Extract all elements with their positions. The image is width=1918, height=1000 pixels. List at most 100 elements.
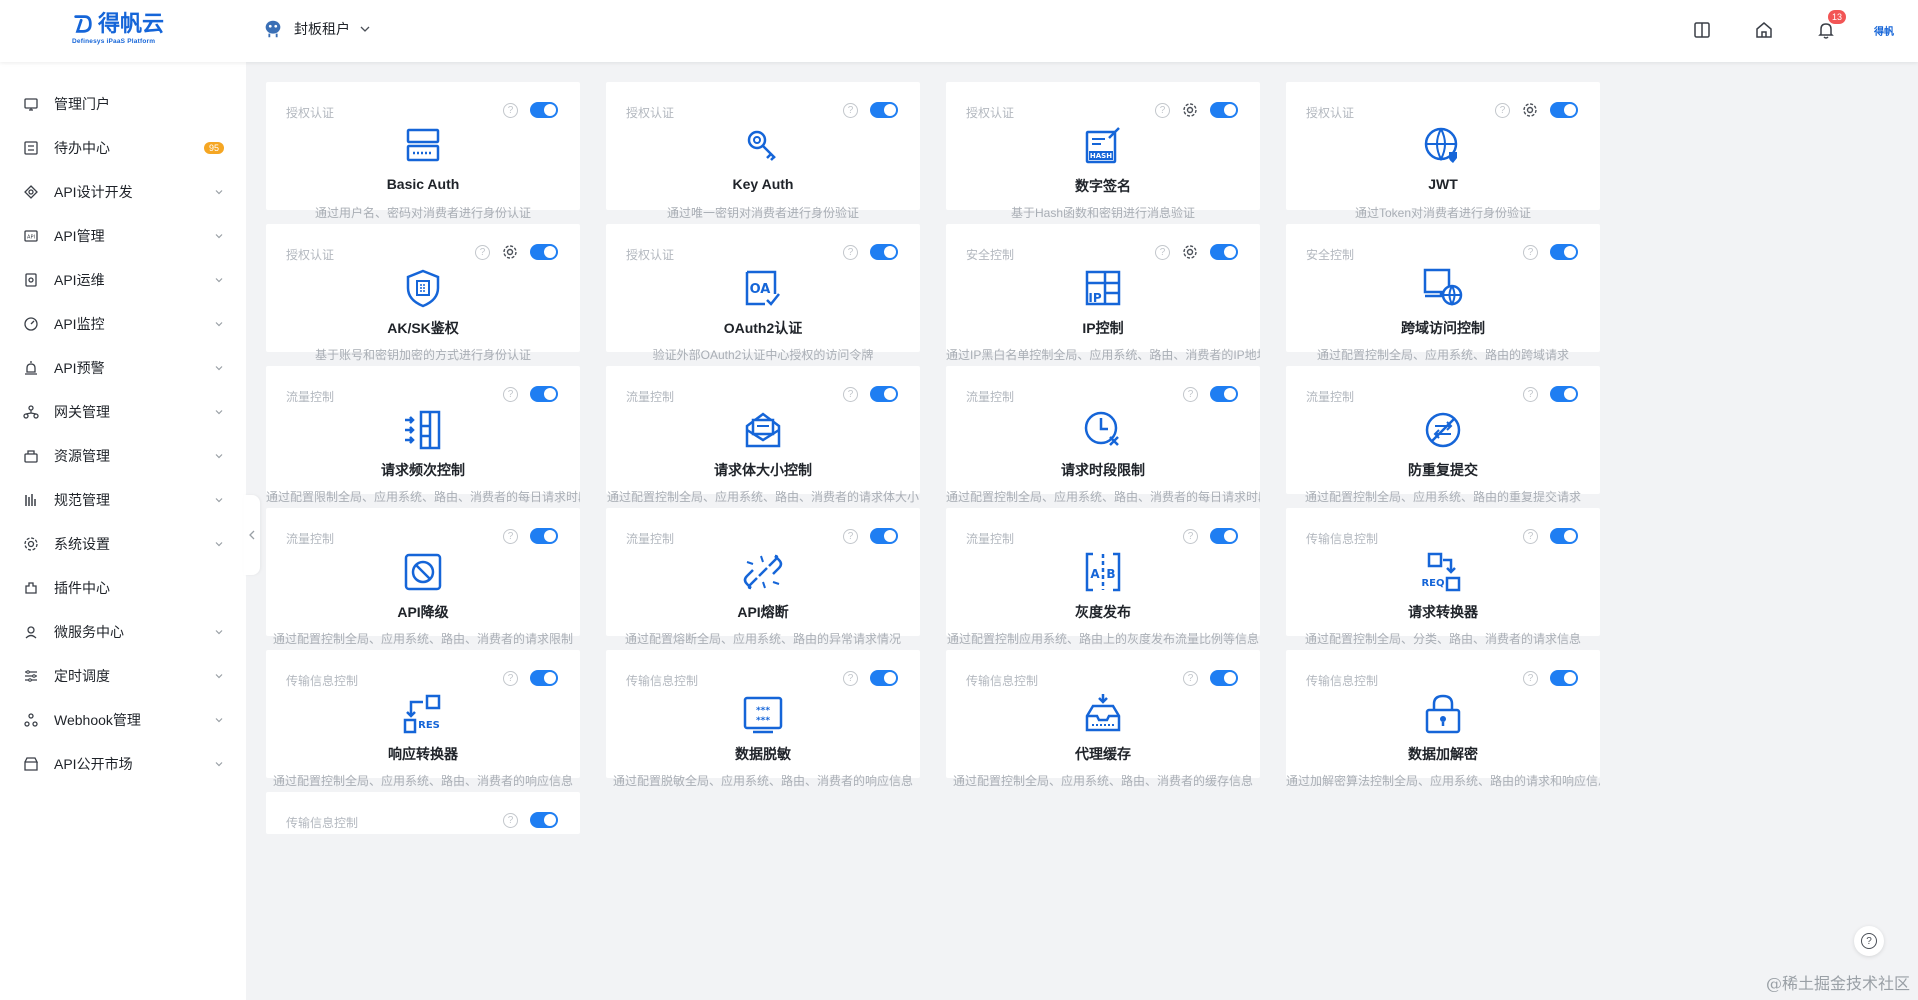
gear-icon[interactable] bbox=[1522, 102, 1538, 118]
sidebar-item-5[interactable]: API监控 bbox=[0, 302, 246, 346]
help-icon[interactable]: ? bbox=[1523, 244, 1538, 260]
help-icon[interactable]: ? bbox=[1155, 244, 1170, 260]
sidebar-item-4[interactable]: API运维 bbox=[0, 258, 246, 302]
plugin-enable-toggle[interactable] bbox=[1550, 670, 1578, 686]
clock-limit-icon bbox=[1081, 408, 1125, 452]
tenant-switcher[interactable]: 封板租户 bbox=[262, 18, 370, 40]
plugin-enable-toggle[interactable] bbox=[530, 528, 558, 544]
plugin-card[interactable]: 授权认证? JWT 通过Token对消费者进行身份验证 bbox=[1286, 82, 1600, 220]
plugin-enable-toggle[interactable] bbox=[870, 244, 898, 260]
plugin-enable-toggle[interactable] bbox=[1210, 670, 1238, 686]
plugin-card[interactable]: 传输信息控制? 代理缓存 通过配置控制全局、应用系统、路由、消费者的缓存信息 bbox=[946, 650, 1260, 788]
sidebar-collapse-button[interactable] bbox=[244, 495, 260, 575]
plugin-card[interactable]: 授权认证? Basic Auth 通过用户名、密码对消费者进行身份认证 bbox=[266, 82, 580, 220]
plugin-enable-toggle[interactable] bbox=[530, 670, 558, 686]
plugin-card[interactable]: 流量控制? A B 灰度发布 通过配置控制应用系统、路由上的灰度发布流量比例等信息 bbox=[946, 508, 1260, 646]
help-icon[interactable]: ? bbox=[1155, 102, 1170, 118]
plugin-enable-toggle[interactable] bbox=[1210, 386, 1238, 402]
help-icon[interactable]: ? bbox=[475, 244, 490, 260]
plugin-card[interactable]: 传输信息控制? bbox=[266, 792, 580, 834]
gear-icon[interactable] bbox=[1182, 102, 1198, 118]
plugin-enable-toggle[interactable] bbox=[530, 386, 558, 402]
plugin-enable-toggle[interactable] bbox=[1210, 244, 1238, 260]
plugin-enable-toggle[interactable] bbox=[1210, 528, 1238, 544]
plugin-card[interactable]: 传输信息控制? *** *** 数据脱敏 通过配置脱敏全局、应用系统、路由、消费者的响应… bbox=[606, 650, 920, 788]
gear-icon[interactable] bbox=[502, 244, 518, 260]
plugin-card[interactable]: 授权认证? AK/SK鉴权 基于账号和密钥加密的方式进行身份认证 bbox=[266, 224, 580, 362]
notification-button[interactable]: 13 bbox=[1812, 10, 1846, 44]
plugin-enable-toggle[interactable] bbox=[870, 670, 898, 686]
sidebar-item-1[interactable]: 待办中心 95 bbox=[0, 126, 246, 170]
plugin-card[interactable]: 流量控制? API降级 通过配置控制全局、应用系统、路由、消费者的请求限制 bbox=[266, 508, 580, 646]
plugin-card[interactable]: 授权认证? HASH 数字签名 基于Hash函数和密钥进行消息验证 bbox=[946, 82, 1260, 220]
sidebar: 管理门户 待办中心 95 API设计开发 API API管理 API运维 API监控 API预警… bbox=[0, 62, 246, 1000]
help-icon[interactable]: ? bbox=[503, 528, 518, 544]
plugin-enable-toggle[interactable] bbox=[870, 386, 898, 402]
sidebar-item-3[interactable]: API API管理 bbox=[0, 214, 246, 258]
sidebar-item-12[interactable]: 微服务中心 bbox=[0, 610, 246, 654]
plugin-enable-toggle[interactable] bbox=[1210, 102, 1238, 118]
plugin-controls: ? bbox=[1183, 386, 1238, 402]
plugin-card[interactable]: 流量控制? 防重复提交 通过配置控制全局、应用系统、路由的重复提交请求 bbox=[1286, 366, 1600, 504]
sidebar-item-11[interactable]: 插件中心 bbox=[0, 566, 246, 610]
plugin-card[interactable]: 安全控制? 跨域访问控制 通过配置控制全局、应用系统、路由的跨域请求 bbox=[1286, 224, 1600, 362]
sidebar-item-13[interactable]: 定时调度 bbox=[0, 654, 246, 698]
plugin-card[interactable]: 安全控制? IP IP控制 通过IP黑白名单控制全局、应用系统、路由、消费者的IP地址 bbox=[946, 224, 1260, 362]
plugin-card[interactable]: 流量控制? 请求频次控制 通过配置限制全局、应用系统、路由、消费者的每日请求时段 bbox=[266, 366, 580, 504]
plugin-card[interactable]: 传输信息控制? 数据加解密 通过加解密算法控制全局、应用系统、路由的请求和响应信息 bbox=[1286, 650, 1600, 788]
sidebar-item-15[interactable]: API公开市场 bbox=[0, 742, 246, 786]
shield-icon bbox=[401, 266, 445, 310]
sidebar-item-10[interactable]: 系统设置 bbox=[0, 522, 246, 566]
plugin-card[interactable]: 流量控制? 请求体大小控制 通过配置控制全局、应用系统、路由、消费者的请求体大小 bbox=[606, 366, 920, 504]
floating-help-button[interactable]: ? bbox=[1854, 926, 1884, 956]
help-icon[interactable]: ? bbox=[1183, 386, 1198, 402]
plugin-card[interactable]: 传输信息控制? REQ 请求转换器 通过配置控制全局、分类、路由、消费者的请求信息 bbox=[1286, 508, 1600, 646]
plugin-enable-toggle[interactable] bbox=[870, 528, 898, 544]
sidebar-item-9[interactable]: 规范管理 bbox=[0, 478, 246, 522]
plugin-enable-toggle[interactable] bbox=[1550, 386, 1578, 402]
plugin-enable-toggle[interactable] bbox=[1550, 528, 1578, 544]
plugin-title: 跨域访问控制 bbox=[1401, 320, 1485, 336]
plugin-enable-toggle[interactable] bbox=[530, 812, 558, 828]
docs-button[interactable] bbox=[1688, 16, 1716, 44]
home-button[interactable] bbox=[1750, 16, 1778, 44]
plugin-card[interactable]: 授权认证? OA OAuth2认证 验证外部OAuth2认证中心授权的访问令牌 bbox=[606, 224, 920, 362]
watermark: @稀土掘金技术社区 bbox=[1765, 974, 1910, 993]
hash-sign-icon: HASH bbox=[1081, 124, 1125, 168]
help-icon[interactable]: ? bbox=[843, 102, 858, 118]
help-icon[interactable]: ? bbox=[843, 528, 858, 544]
help-icon[interactable]: ? bbox=[1183, 528, 1198, 544]
sidebar-item-6[interactable]: API预警 bbox=[0, 346, 246, 390]
plugin-card[interactable]: 授权认证? Key Auth 通过唯一密钥对消费者进行身份验证 bbox=[606, 82, 920, 220]
plugin-category: 授权认证 bbox=[1306, 106, 1355, 120]
sidebar-item-2[interactable]: API设计开发 bbox=[0, 170, 246, 214]
gear-icon[interactable] bbox=[1182, 244, 1198, 260]
help-icon[interactable]: ? bbox=[503, 812, 518, 828]
help-icon[interactable]: ? bbox=[1523, 670, 1538, 686]
sidebar-item-7[interactable]: 网关管理 bbox=[0, 390, 246, 434]
sidebar-item-14[interactable]: Webhook管理 bbox=[0, 698, 246, 742]
plugin-card[interactable]: 流量控制? API熔断 通过配置熔断全局、应用系统、路由的异常请求情况 bbox=[606, 508, 920, 646]
plugin-enable-toggle[interactable] bbox=[1550, 102, 1578, 118]
plugin-enable-toggle[interactable] bbox=[1550, 244, 1578, 260]
help-icon[interactable]: ? bbox=[1495, 102, 1510, 118]
plugin-enable-toggle[interactable] bbox=[530, 102, 558, 118]
help-icon[interactable]: ? bbox=[843, 670, 858, 686]
plugin-card[interactable]: 传输信息控制? RES 响应转换器 通过配置控制全局、应用系统、路由、消费者的响应信息 bbox=[266, 650, 580, 788]
help-icon[interactable]: ? bbox=[503, 670, 518, 686]
logo[interactable]: 得帆云 Definesys iPaaS Platform bbox=[72, 12, 182, 50]
plugin-enable-toggle[interactable] bbox=[870, 102, 898, 118]
sidebar-item-0[interactable]: 管理门户 bbox=[0, 82, 246, 126]
user-menu[interactable]: 得帆 bbox=[1874, 23, 1894, 38]
help-icon[interactable]: ? bbox=[503, 102, 518, 118]
help-icon[interactable]: ? bbox=[503, 386, 518, 402]
help-icon[interactable]: ? bbox=[1183, 670, 1198, 686]
plugin-card[interactable]: 流量控制? 请求时段限制 通过配置控制全局、应用系统、路由、消费者的每日请求时段 bbox=[946, 366, 1260, 504]
sidebar-item-label: 微服务中心 bbox=[54, 624, 124, 640]
plugin-enable-toggle[interactable] bbox=[530, 244, 558, 260]
help-icon[interactable]: ? bbox=[843, 386, 858, 402]
help-icon[interactable]: ? bbox=[1523, 386, 1538, 402]
help-icon[interactable]: ? bbox=[843, 244, 858, 260]
sidebar-item-8[interactable]: 资源管理 bbox=[0, 434, 246, 478]
help-icon[interactable]: ? bbox=[1523, 528, 1538, 544]
